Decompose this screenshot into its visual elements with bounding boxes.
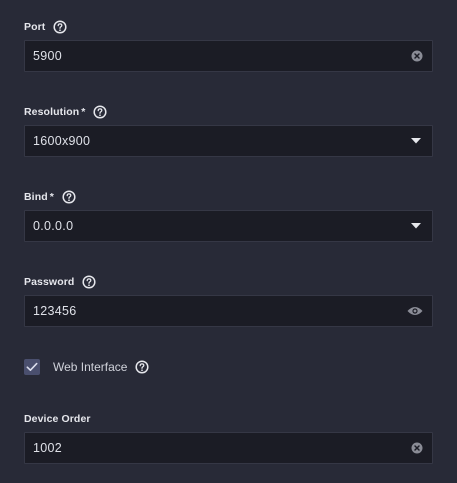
resolution-select[interactable]: 1600x900	[24, 125, 433, 157]
resolution-label-row: Resolution *	[24, 104, 433, 120]
resolution-value: 1600x900	[33, 134, 91, 148]
clear-icon[interactable]	[411, 442, 423, 454]
checkmark-icon	[26, 362, 38, 371]
port-field: Port 5900	[24, 19, 433, 72]
device-order-input[interactable]: 1002	[24, 432, 433, 464]
device-order-value: 1002	[33, 441, 63, 455]
port-label-row: Port	[24, 19, 433, 35]
help-icon[interactable]	[53, 20, 67, 34]
dropdown-arrow-icon[interactable]	[411, 138, 421, 144]
help-icon[interactable]	[62, 190, 76, 204]
bind-value: 0.0.0.0	[33, 219, 74, 233]
port-value: 5900	[33, 49, 63, 63]
help-icon[interactable]	[82, 275, 96, 289]
password-label-row: Password	[24, 274, 433, 290]
port-label: Port	[24, 21, 46, 33]
eye-icon[interactable]	[407, 306, 423, 317]
dropdown-arrow-icon[interactable]	[411, 223, 421, 229]
resolution-field: Resolution * 1600x900	[24, 104, 433, 157]
password-label: Password	[24, 276, 75, 288]
device-order-field: Device Order 1002	[24, 411, 433, 464]
password-input[interactable]: 123456	[24, 295, 433, 327]
password-field: Password 123456	[24, 274, 433, 327]
resolution-label: Resolution	[24, 106, 80, 118]
required-mark: *	[49, 191, 54, 203]
clear-icon[interactable]	[411, 50, 423, 62]
help-icon[interactable]	[93, 105, 107, 119]
bind-select[interactable]: 0.0.0.0	[24, 210, 433, 242]
port-input[interactable]: 5900	[24, 40, 433, 72]
help-icon[interactable]	[135, 360, 150, 374]
web-interface-row: Web Interface	[24, 358, 150, 376]
device-order-label: Device Order	[24, 413, 91, 425]
device-order-label-row: Device Order	[24, 411, 433, 427]
web-interface-checkbox[interactable]	[24, 359, 40, 375]
bind-field: Bind * 0.0.0.0	[24, 189, 433, 242]
required-mark: *	[81, 106, 86, 118]
bind-label: Bind	[24, 191, 48, 203]
password-value: 123456	[33, 304, 77, 318]
web-interface-label[interactable]: Web Interface	[53, 360, 127, 374]
bind-label-row: Bind *	[24, 189, 433, 205]
